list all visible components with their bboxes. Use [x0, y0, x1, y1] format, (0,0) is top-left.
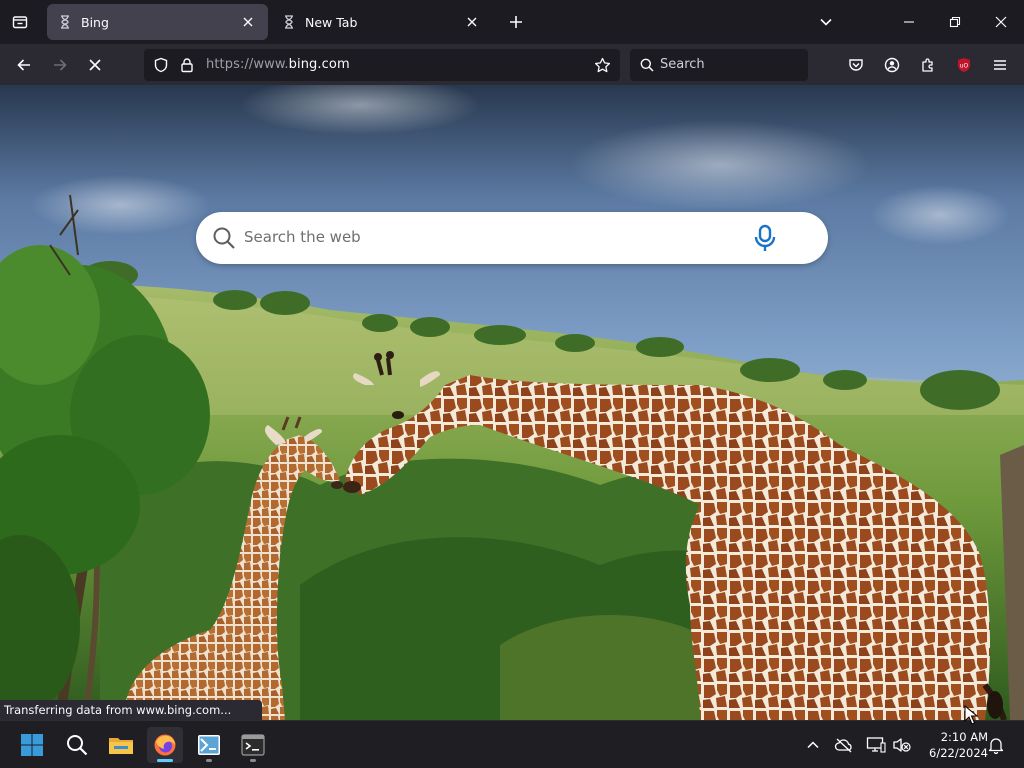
restore-button[interactable] — [932, 0, 978, 44]
minimize-button[interactable] — [886, 0, 932, 44]
url-text: https://www.bing.com — [206, 57, 350, 72]
volume-muted-icon — [893, 738, 911, 752]
notifications-button[interactable] — [986, 735, 1006, 755]
firefox-icon — [154, 734, 176, 756]
shield-icon[interactable] — [152, 56, 170, 74]
hourglass-icon — [57, 14, 73, 30]
taskbar-firefox[interactable] — [147, 727, 183, 763]
cloud-off-icon — [834, 738, 852, 753]
microphone-icon[interactable] — [752, 224, 778, 252]
url-scheme: https:// — [206, 57, 254, 72]
url-host: bing.com — [288, 57, 350, 72]
running-indicator — [206, 759, 212, 762]
hourglass-icon — [281, 14, 297, 30]
taskbar: 2:10 AM 6/22/2024 — [0, 720, 1024, 768]
plus-icon — [510, 16, 522, 28]
tab-new-tab[interactable]: New Tab — [271, 4, 492, 40]
file-explorer-icon — [109, 738, 133, 754]
account-icon — [884, 57, 900, 73]
search-icon — [67, 735, 88, 756]
lock-icon[interactable] — [178, 56, 196, 74]
close-window-button[interactable] — [978, 0, 1024, 44]
windows-start-icon — [21, 734, 43, 756]
stop-loading-button[interactable] — [80, 50, 110, 80]
new-tab-button[interactable] — [502, 8, 530, 36]
account-button[interactable] — [877, 50, 907, 80]
back-button[interactable] — [9, 50, 39, 80]
clock-time: 2:10 AM — [940, 730, 988, 744]
restore-icon — [949, 16, 961, 28]
start-button[interactable] — [14, 727, 50, 763]
bing-search-box[interactable]: Search the web — [196, 212, 828, 264]
tab-title: Bing — [81, 14, 109, 30]
list-all-tabs-button[interactable] — [812, 8, 840, 36]
terminal-icon — [241, 734, 265, 756]
show-hidden-icons-button[interactable] — [803, 735, 823, 755]
ublock-origin-icon: uO — [958, 58, 970, 72]
taskbar-wsl[interactable] — [191, 727, 227, 763]
forward-button[interactable] — [45, 50, 75, 80]
system-clock[interactable]: 2:10 AM 6/22/2024 — [916, 729, 988, 761]
bell-icon — [988, 738, 1004, 754]
web-content: Search the web — [0, 85, 1024, 720]
taskbar-search-button[interactable] — [59, 727, 95, 763]
running-indicator — [250, 759, 256, 762]
search-icon — [638, 56, 656, 74]
firefox-view-button[interactable] — [6, 8, 34, 36]
taskbar-file-explorer[interactable] — [103, 727, 139, 763]
network-tray-button[interactable] — [866, 735, 886, 755]
minimize-icon — [904, 21, 914, 23]
pocket-icon — [849, 59, 863, 71]
wsl-icon — [198, 735, 220, 755]
screen: Bing New Tab https://www.bing.com Search… — [0, 0, 1024, 768]
extensions-button[interactable] — [913, 50, 943, 80]
close-tab-icon[interactable] — [238, 12, 258, 32]
onedrive-tray-button[interactable] — [834, 735, 854, 755]
app-menu-button[interactable] — [985, 50, 1015, 80]
arrow-left-icon — [17, 59, 30, 71]
tab-bing[interactable]: Bing — [47, 4, 268, 40]
star-icon[interactable] — [593, 56, 611, 74]
close-icon — [89, 59, 101, 71]
close-icon — [995, 16, 1007, 28]
arrow-right-icon — [54, 59, 67, 71]
mouse-cursor-icon — [964, 705, 978, 725]
close-tab-icon[interactable] — [462, 12, 482, 32]
tab-strip: Bing New Tab — [0, 0, 1024, 44]
navigation-toolbar: https://www.bing.com Search uO — [0, 44, 1024, 85]
pocket-button[interactable] — [841, 50, 871, 80]
chevron-down-icon — [820, 18, 832, 26]
running-indicator — [157, 759, 173, 762]
clock-date: 6/22/2024 — [929, 746, 988, 760]
status-panel: Transferring data from www.bing.com... — [0, 700, 262, 720]
background-photo-giraffes — [0, 85, 1024, 720]
puzzle-icon — [922, 58, 933, 72]
bing-search-placeholder: Search the web — [244, 228, 361, 246]
network-monitor-icon — [866, 737, 886, 753]
url-bar[interactable]: https://www.bing.com — [144, 49, 620, 81]
search-icon — [213, 227, 235, 249]
hamburger-menu-icon — [994, 60, 1006, 70]
search-bar[interactable]: Search — [630, 49, 808, 81]
url-host-prefix: www. — [253, 57, 289, 72]
search-placeholder: Search — [660, 57, 705, 72]
tab-title: New Tab — [305, 14, 358, 30]
chevron-up-icon — [807, 741, 819, 749]
ublock-origin-button[interactable]: uO — [949, 50, 979, 80]
taskbar-terminal[interactable] — [235, 727, 271, 763]
svg-text:uO: uO — [960, 63, 969, 70]
volume-tray-button[interactable] — [892, 735, 912, 755]
firefox-view-icon — [12, 16, 28, 29]
